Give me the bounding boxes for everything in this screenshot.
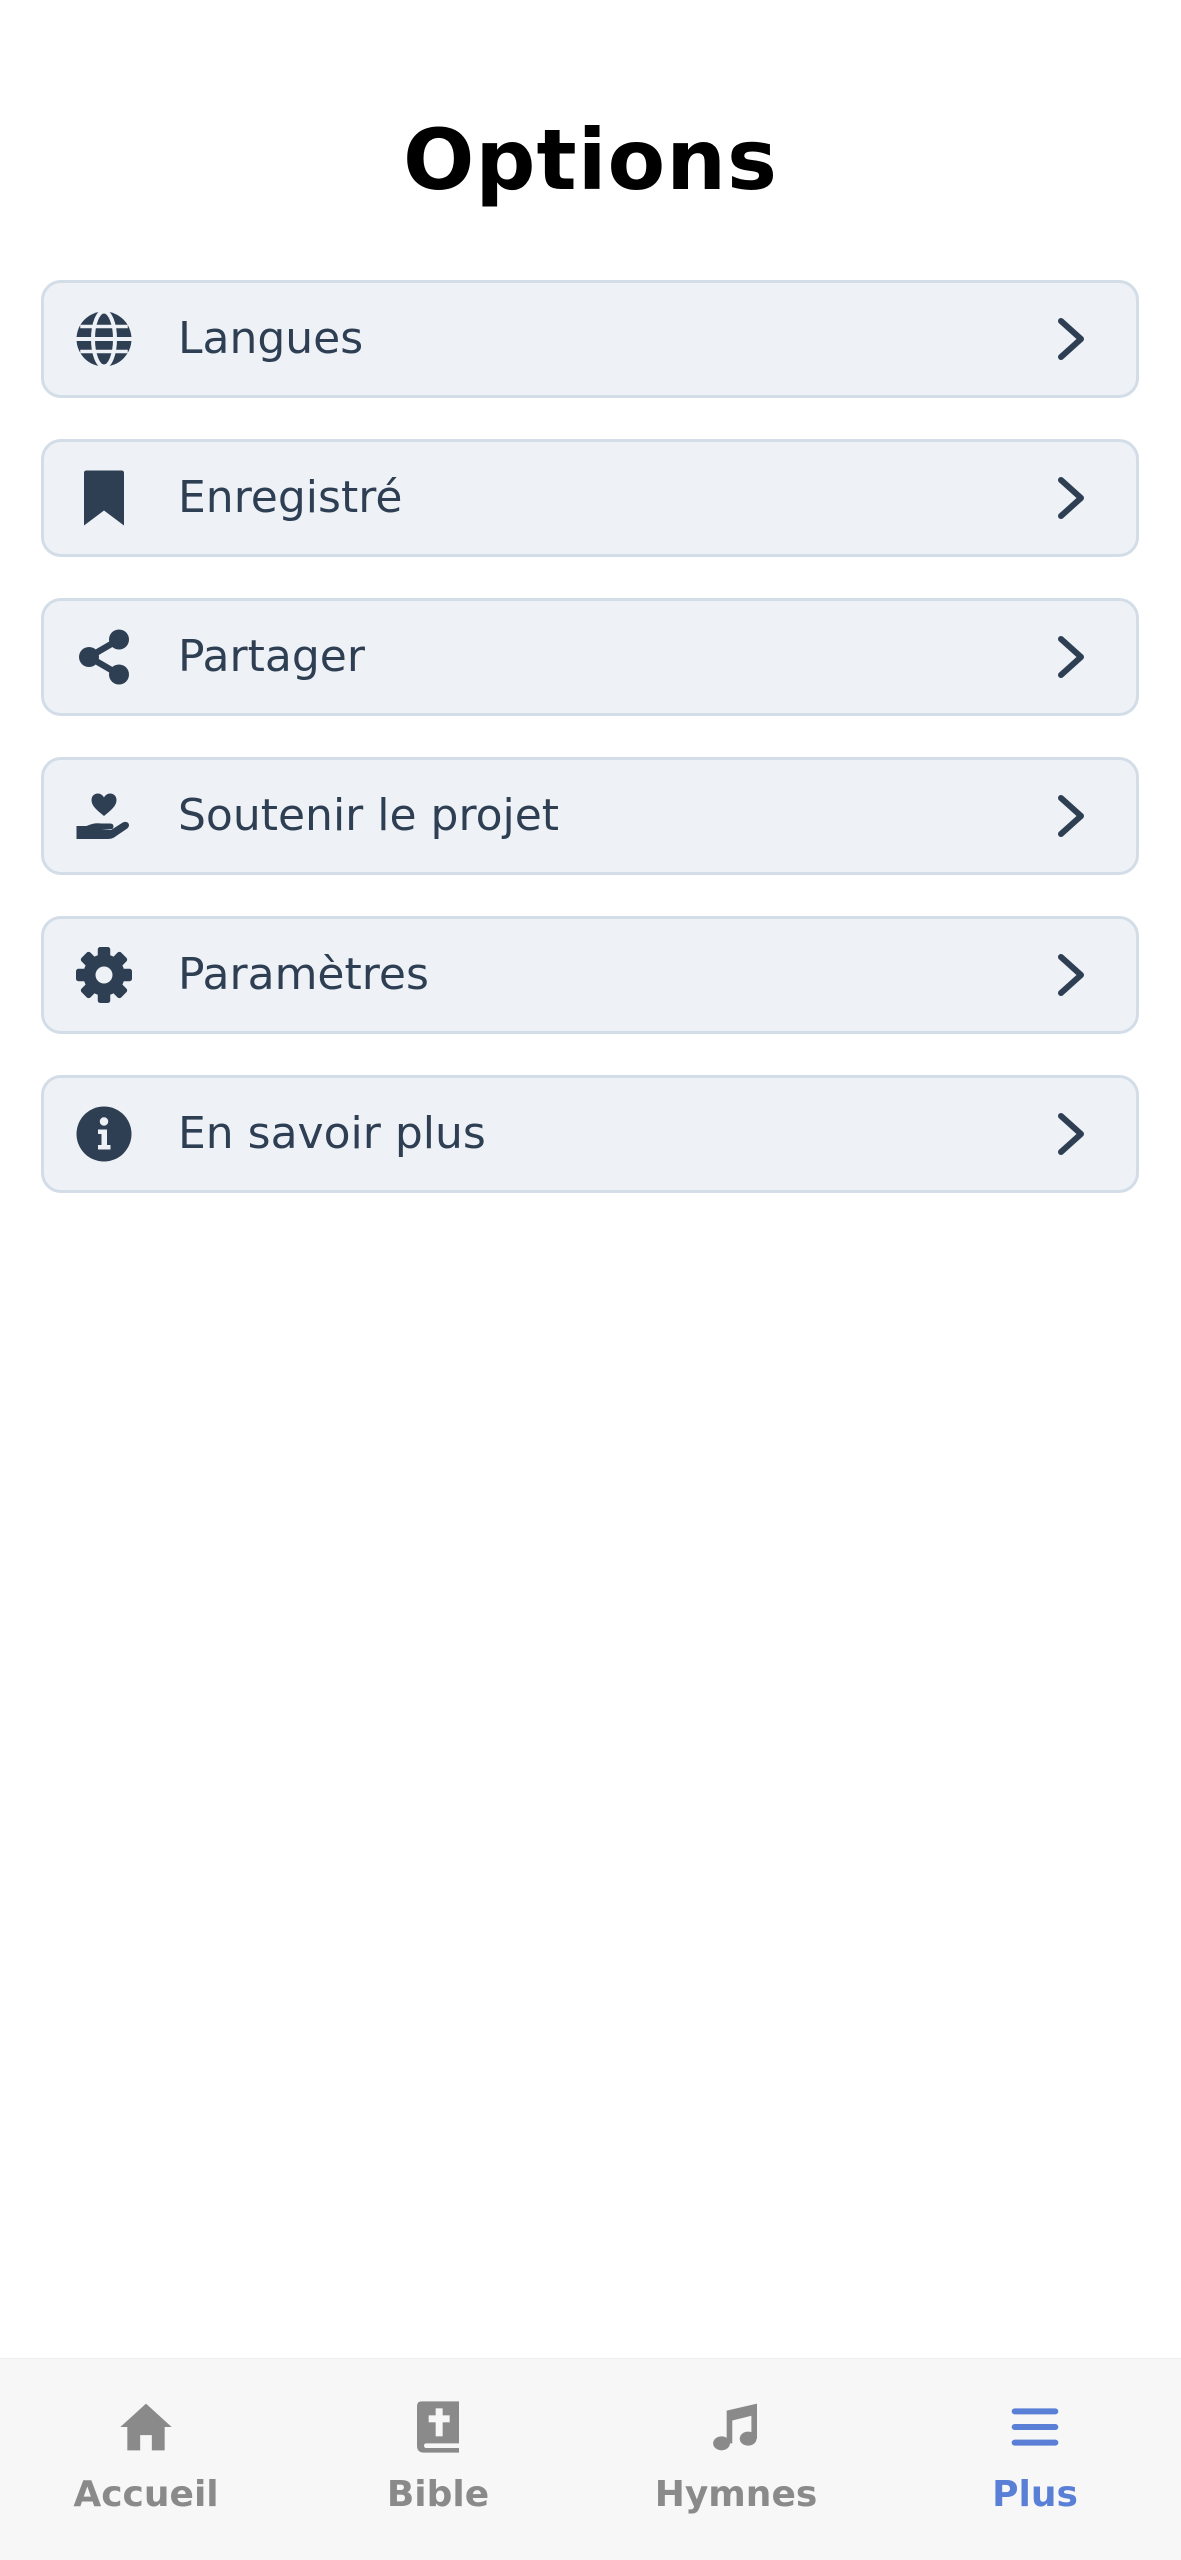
options-screen: Options Langues Enregistré Partager Sout…	[0, 0, 1181, 2560]
menu-icon	[1007, 2399, 1063, 2455]
nav-label: Hymnes	[654, 2474, 818, 2515]
menu-item-label: Partager	[178, 631, 365, 682]
globe-icon	[74, 309, 134, 369]
menu-item-soutenir[interactable]: Soutenir le projet	[41, 757, 1139, 875]
share-icon	[74, 627, 134, 687]
chevron-right-icon	[1054, 476, 1088, 520]
chevron-right-icon	[1054, 635, 1088, 679]
music-note-icon	[708, 2399, 764, 2455]
bookmark-icon	[74, 468, 134, 528]
info-icon	[74, 1104, 134, 1164]
menu-item-label: En savoir plus	[178, 1108, 486, 1159]
nav-tab-bible[interactable]: Bible	[338, 2359, 538, 2560]
nav-tab-accueil[interactable]: Accueil	[46, 2359, 246, 2560]
menu-item-enregistre[interactable]: Enregistré	[41, 439, 1139, 557]
nav-tab-plus[interactable]: Plus	[935, 2359, 1135, 2560]
bible-icon	[410, 2399, 466, 2455]
menu-item-partager[interactable]: Partager	[41, 598, 1139, 716]
home-icon	[118, 2399, 174, 2455]
menu-item-parametres[interactable]: Paramètres	[41, 916, 1139, 1034]
menu-item-label: Paramètres	[178, 949, 429, 1000]
menu-item-label: Langues	[178, 313, 364, 364]
nav-label: Accueil	[73, 2474, 219, 2515]
gear-icon	[74, 945, 134, 1005]
nav-label: Plus	[992, 2474, 1078, 2515]
bottom-navigation: Accueil Bible Hymnes Plus	[0, 2358, 1181, 2560]
menu-item-label: Soutenir le projet	[178, 790, 560, 841]
menu-item-langues[interactable]: Langues	[41, 280, 1139, 398]
chevron-right-icon	[1054, 953, 1088, 997]
menu-item-label: Enregistré	[178, 472, 403, 523]
chevron-right-icon	[1054, 317, 1088, 361]
chevron-right-icon	[1054, 1112, 1088, 1156]
menu-item-en-savoir-plus[interactable]: En savoir plus	[41, 1075, 1139, 1193]
nav-tab-hymnes[interactable]: Hymnes	[636, 2359, 836, 2560]
options-menu: Langues Enregistré Partager Soutenir le …	[41, 280, 1139, 1234]
nav-label: Bible	[386, 2474, 490, 2515]
chevron-right-icon	[1054, 794, 1088, 838]
hand-heart-icon	[74, 786, 134, 846]
page-title: Options	[403, 111, 778, 209]
